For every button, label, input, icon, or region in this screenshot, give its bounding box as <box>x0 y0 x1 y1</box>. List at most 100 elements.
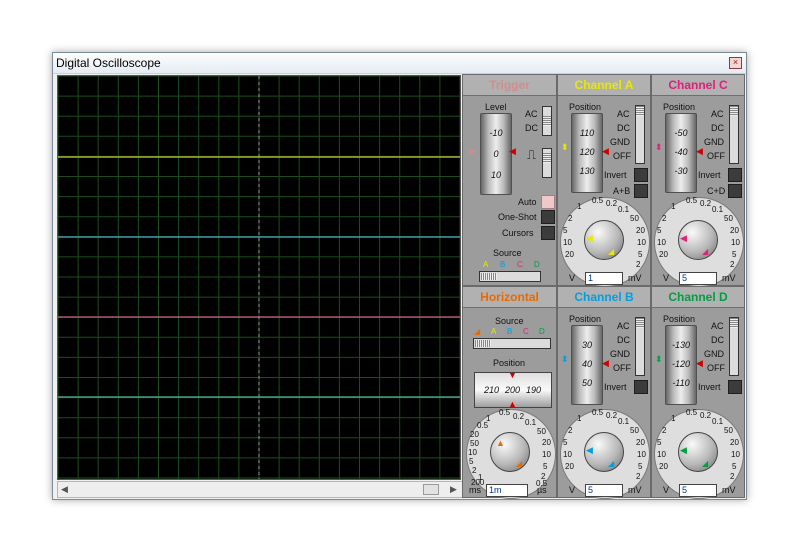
channel_d-value-field[interactable]: 5 <box>679 484 717 497</box>
channel_c-knob-indicator-icon: ◢ <box>702 247 709 256</box>
channel_c-dc-label: DC <box>711 123 724 133</box>
channel-a-panel: Channel A Position 110 120 130 ⬍ ◀ AC DC GND OFF In… <box>557 74 651 287</box>
position-tick: -130 <box>671 340 690 350</box>
close-button[interactable]: × <box>729 57 742 69</box>
trigger-ac-label: AC <box>525 109 538 119</box>
channel_c-position-slider[interactable]: -50 -40 -30 <box>665 113 697 193</box>
channel_c-dial-label: 50 <box>724 214 733 223</box>
position-tick: 210 <box>484 385 500 395</box>
channel_b-invert-button[interactable] <box>634 380 648 394</box>
channel_d-coupling-switch[interactable] <box>729 317 739 376</box>
position-tick: 110 <box>579 128 595 138</box>
channel_c-dial-label: 0.1 <box>712 205 724 214</box>
scroll-left-arrow[interactable]: ◀ <box>61 484 68 495</box>
trigger-cursors-button[interactable] <box>541 226 555 240</box>
channel_d-knob-indicator-icon: ◢ <box>702 459 709 468</box>
channel_c-gnd-label: GND <box>704 137 724 147</box>
channel_d-dial-label: 0.2 <box>700 411 712 420</box>
trigger-coupling-switch[interactable] <box>542 106 552 136</box>
channel_b-dial-label: 10 <box>563 450 572 459</box>
channel_b-dial-label: 5 <box>638 462 643 471</box>
channel_b-invert-label: Invert <box>604 382 627 392</box>
channel_a-off-label: OFF <box>613 151 631 161</box>
timebase-dial-label: 0.5 <box>477 421 489 430</box>
channel_a-dc-label: DC <box>617 123 630 133</box>
horizontal-source-slider[interactable] <box>473 338 551 349</box>
trigger-auto-label: Auto <box>518 197 537 207</box>
channel_d-dial-label: 0.1 <box>712 417 724 426</box>
channel_b-dial-label: 50 <box>630 426 639 435</box>
timebase-unit-left: ms <box>469 485 481 495</box>
channel_c-unit-right: mV <box>722 273 736 283</box>
position-tick: 30 <box>581 340 592 350</box>
channel_a-coupling-switch[interactable] <box>635 105 645 164</box>
channel_b-dial-label: 2 <box>636 472 641 481</box>
channel_d-invert-button[interactable] <box>728 380 742 394</box>
channel_b-gnd-label: GND <box>610 349 630 359</box>
channel_a-value-field[interactable]: 1 <box>585 272 623 285</box>
channel_d-knob-pointer-icon: ◀ <box>680 445 687 455</box>
timebase-dial-label: 0.1 <box>525 418 537 427</box>
trigger-oneshot-button[interactable] <box>541 210 555 224</box>
channel_c-knob-pointer-icon: ◀ <box>680 233 687 243</box>
horizontal-scrollbar[interactable]: ◀ ▶ <box>57 481 463 498</box>
position-tick: 200 <box>505 385 521 395</box>
channel_c-value-field[interactable]: 5 <box>679 272 717 285</box>
trigger-auto-button[interactable] <box>541 195 555 209</box>
trigger-cursors-label: Cursors <box>502 228 534 238</box>
channel_c-invert-button[interactable] <box>728 168 742 182</box>
channel_a-offset-arrow-icon: ⬍ <box>561 142 569 152</box>
scroll-right-arrow[interactable]: ▶ <box>450 484 457 495</box>
channel_a-invert-button[interactable] <box>634 168 648 182</box>
channel_d-dc-label: DC <box>711 335 724 345</box>
channel_b-coupling-switch[interactable] <box>635 317 645 376</box>
channel_a-dial-label: 1 <box>577 202 582 211</box>
horizontal-position-label: Position <box>493 358 526 368</box>
channel_d-unit-right: mV <box>722 485 736 495</box>
timebase-value-field[interactable]: 1m <box>486 484 528 497</box>
channel_d-title: Channel D <box>652 287 744 308</box>
channel_b-value-field[interactable]: 5 <box>585 484 623 497</box>
channel_a-knob-pointer-icon: ◀ <box>586 233 593 243</box>
channel_b-unit-right: mV <box>628 485 642 495</box>
channel_b-dc-label: DC <box>617 335 630 345</box>
channel_a-title: Channel A <box>558 75 650 96</box>
channel_c-coupling-switch[interactable] <box>729 105 739 164</box>
channel_b-dial-label: 20 <box>636 438 645 447</box>
trigger-dc-label: DC <box>525 123 538 133</box>
channel_d-pointer-icon: ◀ <box>696 358 703 368</box>
channel_d-dial-label: 20 <box>730 438 739 447</box>
channel_a-dial-label: 0.1 <box>618 205 630 214</box>
source-letter-a: A <box>483 260 489 269</box>
trigger-edge-switch[interactable] <box>542 148 552 178</box>
channel_b-position-slider[interactable]: 30 40 50 <box>571 325 603 405</box>
title-bar: Digital Oscilloscope × <box>53 53 746 74</box>
trigger-source-label: Source <box>493 248 522 258</box>
horizontal-position-slider[interactable]: ▼ 210 200 190 ▲ <box>474 371 552 409</box>
channel_b-dial-label: 5 <box>563 438 568 447</box>
position-tick: -120 <box>671 359 690 369</box>
channel_d-unit-left: V <box>663 485 670 495</box>
channel_c-combine-button[interactable] <box>728 184 742 198</box>
channel_d-position-slider[interactable]: -130 -120 -110 <box>665 325 697 405</box>
channel_d-dial-label: 2 <box>730 472 735 481</box>
channel_a-combine-button[interactable] <box>634 184 648 198</box>
channel_c-pointer-icon: ◀ <box>696 146 703 156</box>
trigger-arrow-icon: ▶ <box>469 146 476 156</box>
trigger-level-slider[interactable]: -10 0 10 <box>480 113 512 195</box>
trigger-panel: Trigger Level -10 0 10 ▶ ◀ AC DC ⎍ Auto … <box>462 74 557 286</box>
trigger-source-slider[interactable] <box>479 271 541 282</box>
channel_c-combine-label: C+D <box>707 186 726 196</box>
trigger-oneshot-label: One-Shot <box>498 212 537 222</box>
channel_a-dial-label: 2 <box>636 260 641 269</box>
channel_a-position-slider[interactable]: 110 120 130 <box>571 113 603 193</box>
channel_b-dial-label: 20 <box>565 462 574 471</box>
horizontal-source-label: Source <box>495 316 524 326</box>
channel_c-invert-label: Invert <box>698 170 721 180</box>
channel_b-knob-pointer-icon: ◀ <box>586 445 593 455</box>
scroll-thumb[interactable] <box>423 484 439 495</box>
channel-b-panel: Channel B Position 30 40 50 ⬍ ◀ AC DC GND OFF Inver… <box>557 286 651 499</box>
channel_a-combine-label: A+B <box>613 186 631 196</box>
channel_d-dial-label: 0.5 <box>686 408 698 417</box>
channel_a-knob-indicator-icon: ◢ <box>608 247 615 256</box>
